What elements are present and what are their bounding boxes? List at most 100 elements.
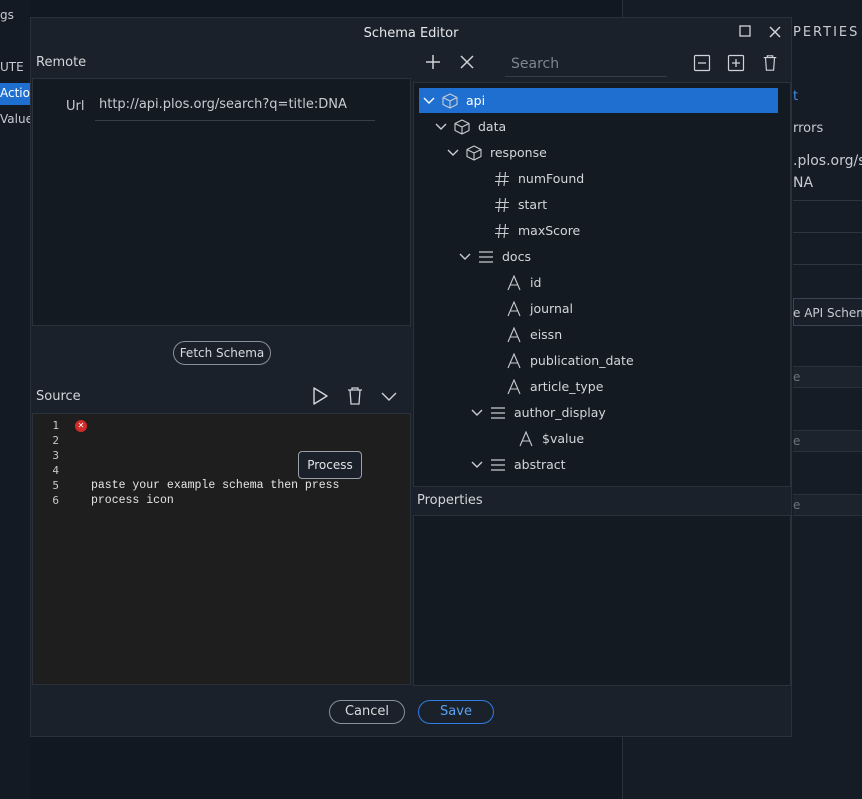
tree-node-publication-date[interactable]: publication_date	[486, 349, 790, 373]
bg-right-item: NA	[793, 175, 814, 191]
background-left-panel: gs UTE Actio Value	[0, 0, 33, 799]
remote-section-label: Remote	[36, 55, 87, 70]
bg-right-item: e	[793, 370, 801, 384]
tree-node-label: article_type	[530, 379, 604, 394]
cancel-button[interactable]: Cancel	[329, 700, 405, 724]
line-number: 2	[52, 434, 59, 447]
add-icon[interactable]	[422, 54, 444, 76]
list-icon	[490, 405, 506, 421]
list-icon	[478, 249, 494, 265]
tree-node-label: response	[490, 145, 547, 160]
bg-left-item: gs	[0, 8, 14, 22]
tree-toolbar: Search	[413, 49, 791, 81]
properties-section-label: Properties	[417, 493, 483, 508]
dialog-footer: Cancel Save	[31, 685, 791, 736]
process-tooltip: Process	[298, 451, 362, 479]
text-icon	[506, 352, 522, 369]
tree-node-label: journal	[530, 301, 574, 316]
bg-right-band	[793, 430, 862, 452]
chevron-down-icon[interactable]	[458, 245, 472, 277]
url-input[interactable]: http://api.plos.org/search?q=title:DNA	[95, 91, 375, 121]
bg-right-item: e	[793, 498, 801, 512]
fetch-schema-button[interactable]: Fetch Schema	[173, 341, 271, 365]
chevron-down-icon[interactable]	[470, 401, 484, 433]
code-line: paste your example schema then press	[91, 479, 340, 492]
play-icon[interactable]	[309, 386, 331, 408]
tree-node-label: publication_date	[530, 353, 634, 368]
error-icon: ✕	[75, 420, 87, 432]
properties-panel	[413, 515, 791, 686]
tree-node-article-type[interactable]: article_type	[486, 375, 790, 399]
save-button[interactable]: Save	[418, 700, 494, 724]
tree-node-numfound[interactable]: numFound	[474, 167, 790, 191]
tree-node-label: numFound	[518, 171, 585, 186]
remove-icon[interactable]	[456, 54, 478, 76]
text-icon	[506, 300, 522, 317]
bg-left-item: Actio	[0, 86, 30, 100]
tree-node-label: api	[466, 93, 486, 108]
list-icon	[490, 457, 506, 473]
line-number: 5	[52, 479, 59, 492]
remote-panel: Url http://api.plos.org/search?q=title:D…	[32, 78, 411, 326]
line-number: 6	[52, 494, 59, 507]
tree-node-author-display[interactable]: author_display	[470, 401, 790, 425]
hash-icon	[494, 223, 510, 239]
bg-right-divider	[793, 232, 862, 233]
line-number: 4	[52, 464, 59, 477]
schema-tree: api data response numFound start maxScore docs…	[413, 82, 791, 487]
tree-node-label: start	[518, 197, 548, 212]
dialog-title: Schema Editor	[363, 26, 459, 41]
cube-icon	[454, 119, 470, 135]
tree-node-eissn[interactable]: eissn	[486, 323, 790, 347]
bg-right-item: e	[793, 434, 801, 448]
bg-right-header: PERTIES	[793, 25, 860, 40]
tree-node-id[interactable]: id	[486, 271, 790, 295]
bg-right-band	[793, 494, 862, 516]
text-icon	[506, 326, 522, 343]
text-icon	[506, 274, 522, 291]
maximize-icon[interactable]	[737, 25, 753, 41]
tree-node-label: data	[478, 119, 507, 134]
tree-node-label: docs	[502, 249, 531, 264]
tree-search-input[interactable]: Search	[505, 53, 667, 77]
tree-node-label: eissn	[530, 327, 563, 342]
hash-icon	[494, 197, 510, 213]
tree-node-journal[interactable]: journal	[486, 297, 790, 321]
tree-node-label: maxScore	[518, 223, 581, 238]
delete-icon[interactable]	[759, 54, 781, 76]
close-icon[interactable]	[767, 25, 783, 41]
tree-node-label: author_display	[514, 405, 606, 420]
tree-node-api[interactable]: api	[422, 89, 742, 113]
bg-right-item: e API Schema	[793, 306, 862, 320]
text-icon	[506, 378, 522, 395]
bg-left-item: Value	[0, 112, 33, 126]
tree-node-label: abstract	[514, 457, 566, 472]
tree-node-docs[interactable]: docs	[458, 245, 778, 269]
tree-node-value[interactable]: $value	[498, 427, 790, 451]
cube-icon	[466, 145, 482, 161]
bg-right-item: .plos.org/s	[793, 153, 862, 169]
tree-node-data[interactable]: data	[434, 115, 754, 139]
text-icon	[518, 430, 534, 447]
hash-icon	[494, 171, 510, 187]
tree-node-abstract[interactable]: abstract	[470, 453, 790, 477]
url-label: Url	[66, 99, 85, 114]
expand-all-icon[interactable]	[725, 54, 747, 76]
chevron-down-icon[interactable]	[470, 453, 484, 485]
tree-node-maxscore[interactable]: maxScore	[474, 219, 790, 243]
cube-icon	[442, 93, 458, 109]
bg-right-divider	[793, 200, 862, 201]
bg-right-band	[793, 366, 862, 388]
trash-icon[interactable]	[344, 386, 366, 408]
line-number: 1	[52, 419, 59, 432]
line-number: 3	[52, 449, 59, 462]
tree-node-response[interactable]: response	[446, 141, 766, 165]
left-pane: Remote Url http://api.plos.org/search?q=…	[32, 49, 412, 685]
collapse-all-icon[interactable]	[691, 54, 713, 76]
tree-node-start[interactable]: start	[474, 193, 790, 217]
chevron-down-icon[interactable]	[378, 386, 400, 408]
chevron-down-icon[interactable]	[446, 141, 460, 173]
tree-node-label: $value	[542, 431, 585, 446]
schema-editor-dialog: Schema Editor Remote Url http://api.plos…	[30, 17, 792, 737]
bg-right-item: rrors	[793, 121, 824, 136]
